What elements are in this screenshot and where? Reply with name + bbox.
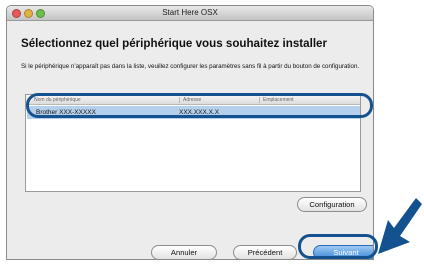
device-row-highlight: [26, 93, 373, 118]
cancel-button[interactable]: Annuler: [151, 245, 217, 259]
pointer-arrow-icon: [378, 198, 422, 254]
installer-window: Start Here OSX Sélectionnez quel périphé…: [6, 5, 374, 260]
configuration-button[interactable]: Configuration: [297, 197, 367, 212]
next-button-highlight: [298, 234, 378, 259]
page-title: Sélectionnez quel périphérique vous souh…: [21, 37, 328, 50]
previous-button[interactable]: Précédent: [233, 245, 297, 259]
title-bar: Start Here OSX: [7, 6, 373, 21]
instruction-text: Si le périphérique n’apparaît pas dans l…: [21, 63, 360, 70]
window-title: Start Here OSX: [162, 8, 218, 17]
